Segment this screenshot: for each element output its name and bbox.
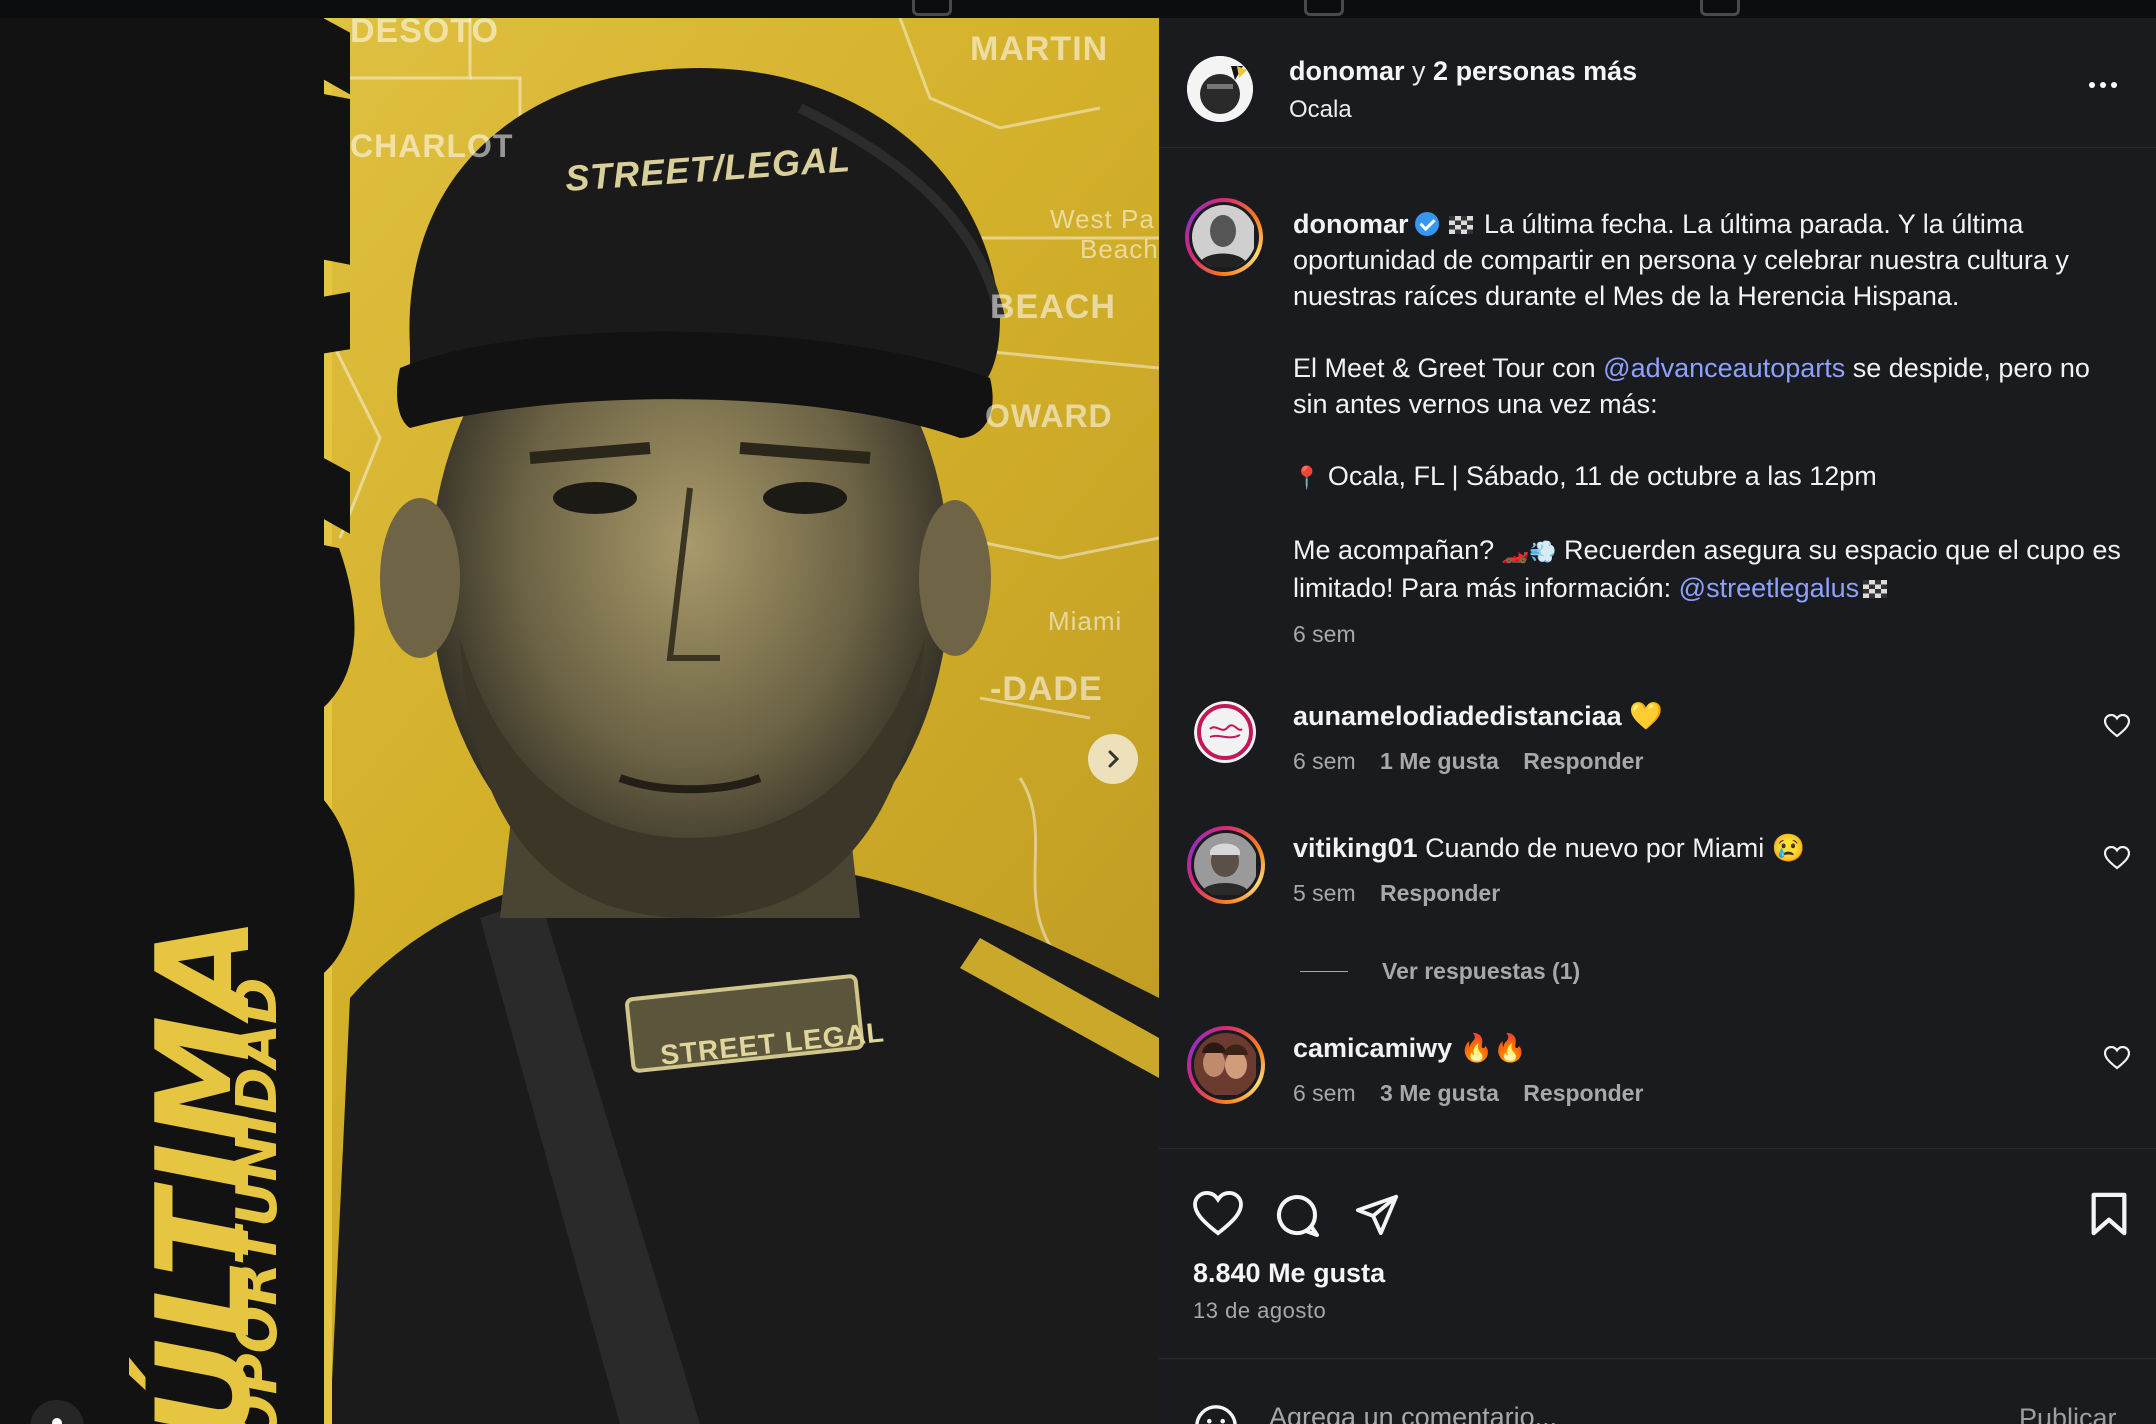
publish-button[interactable]: Publicar xyxy=(2019,1403,2117,1424)
comment-icon[interactable] xyxy=(1273,1191,1321,1239)
racecar-emoji: 🏎️💨 xyxy=(1501,539,1557,564)
comment-username[interactable]: vitiking01 xyxy=(1293,833,1418,863)
comment-time[interactable]: 5 sem xyxy=(1293,880,1356,906)
person-tag-icon xyxy=(52,1418,62,1424)
caption-paragraph-2a: El Meet & Greet Tour con xyxy=(1293,353,1596,383)
comment-likes[interactable]: 3 Me gusta xyxy=(1380,1080,1499,1106)
poster-oportunidad-text: OPORTUNIDAD xyxy=(225,977,290,1424)
heart-icon[interactable] xyxy=(2104,1046,2130,1070)
map-label: Miami xyxy=(1048,606,1123,636)
post-caption: donomar La última fecha. La última parad… xyxy=(1293,206,2123,652)
caption-event-details: Ocala, FL | Sábado, 11 de octubre a las … xyxy=(1327,461,1877,491)
comment-username[interactable]: camicamiwy xyxy=(1293,1033,1452,1063)
caption-username[interactable]: donomar xyxy=(1293,209,1409,239)
share-icon[interactable] xyxy=(1353,1191,1401,1237)
tagged-icon xyxy=(1700,0,1740,16)
caption-avatar[interactable] xyxy=(1185,198,1263,276)
chevron-right-icon xyxy=(1108,750,1120,768)
comment-text: Cuando de nuevo por Miami 😢 xyxy=(1425,833,1806,863)
header-username[interactable]: donomar xyxy=(1289,56,1405,86)
comment-text: 🔥🔥 xyxy=(1459,1033,1527,1063)
comment-username[interactable]: aunamelodiadedistanciaa xyxy=(1293,701,1622,731)
more-icon xyxy=(2089,82,2095,88)
post-location[interactable]: Ocala xyxy=(1289,96,1352,124)
caption-paragraph-1: La última fecha. La última parada. Y la … xyxy=(1293,209,2069,311)
post-header: donomar y 2 personas más Ocala xyxy=(1159,18,2156,148)
reels-icon xyxy=(1304,0,1344,16)
likes-count[interactable]: 8.840 Me gusta xyxy=(1193,1258,1385,1289)
heart-icon[interactable] xyxy=(2104,846,2130,870)
mention-streetlegalus[interactable]: @streetlegalus xyxy=(1679,573,1860,603)
map-label: -DADE xyxy=(990,670,1103,708)
map-label: West Pa xyxy=(1050,204,1155,234)
avatar-image xyxy=(1194,833,1256,895)
comment-time[interactable]: 6 sem xyxy=(1293,1080,1356,1106)
post-details-panel: donomar y 2 personas más Ocala donomar L… xyxy=(1159,18,2156,1424)
collab-authors: donomar y 2 personas más xyxy=(1289,56,1637,87)
like-heart-icon[interactable] xyxy=(1193,1191,1243,1237)
reply-button[interactable]: Responder xyxy=(1523,1080,1643,1106)
checkered-flag-icon xyxy=(1448,216,1473,234)
next-slide-button[interactable] xyxy=(1088,734,1138,784)
post-media[interactable]: DESOTO MARTIN CHARLOT West Pa Beach BEAC… xyxy=(0,18,1159,1424)
reply-button[interactable]: Responder xyxy=(1380,880,1500,906)
author-avatar[interactable] xyxy=(1187,56,1253,122)
poster-city-title: OCALA xyxy=(54,18,426,1008)
avatar-image xyxy=(1192,205,1254,267)
map-label: Beach xyxy=(1080,234,1159,264)
comment-text: 💛 xyxy=(1629,701,1663,731)
map-label: MARTIN xyxy=(970,30,1109,68)
avatar-image xyxy=(1194,1033,1256,1095)
bookmark-icon[interactable] xyxy=(2089,1191,2129,1237)
grid-icon xyxy=(912,0,952,16)
comment-avatar[interactable] xyxy=(1187,1026,1265,1104)
mention-advanceautoparts[interactable]: @advanceautoparts xyxy=(1603,353,1845,383)
header-others-link[interactable]: 2 personas más xyxy=(1433,56,1637,86)
map-label: OWARD xyxy=(985,398,1113,434)
verified-icon xyxy=(1414,212,1439,236)
comment-likes[interactable]: 1 Me gusta xyxy=(1380,748,1499,774)
caption-time[interactable]: 6 sem xyxy=(1293,616,2123,652)
heart-icon[interactable] xyxy=(2104,714,2130,738)
pin-icon: 📍 xyxy=(1293,465,1321,490)
caption-paragraph-4a: Me acompañan? xyxy=(1293,535,1495,565)
emoji-icon[interactable] xyxy=(1193,1403,1239,1424)
comment-avatar[interactable] xyxy=(1187,826,1265,904)
map-label: BEACH xyxy=(990,288,1116,326)
avatar-image xyxy=(1194,701,1256,763)
view-replies-label: Ver respuestas (1) xyxy=(1382,958,1581,984)
comment-time[interactable]: 6 sem xyxy=(1293,748,1356,774)
comment-input[interactable] xyxy=(1269,1397,1969,1424)
background-page-strip xyxy=(0,0,2156,18)
checkered-flag-icon xyxy=(1863,580,1888,598)
add-comment-bar: Publicar xyxy=(1159,1358,2156,1424)
view-replies-button[interactable]: Ver respuestas (1) xyxy=(1300,958,1580,985)
logo-avatar-image xyxy=(1187,56,1253,122)
header-connector: y xyxy=(1412,56,1426,86)
comment-avatar[interactable] xyxy=(1187,694,1265,772)
post-actions-bar xyxy=(1159,1148,2156,1238)
more-options-button[interactable] xyxy=(2083,70,2123,100)
reply-button[interactable]: Responder xyxy=(1523,748,1643,774)
post-date: 13 de agosto xyxy=(1193,1298,1327,1323)
replies-divider xyxy=(1300,971,1348,972)
